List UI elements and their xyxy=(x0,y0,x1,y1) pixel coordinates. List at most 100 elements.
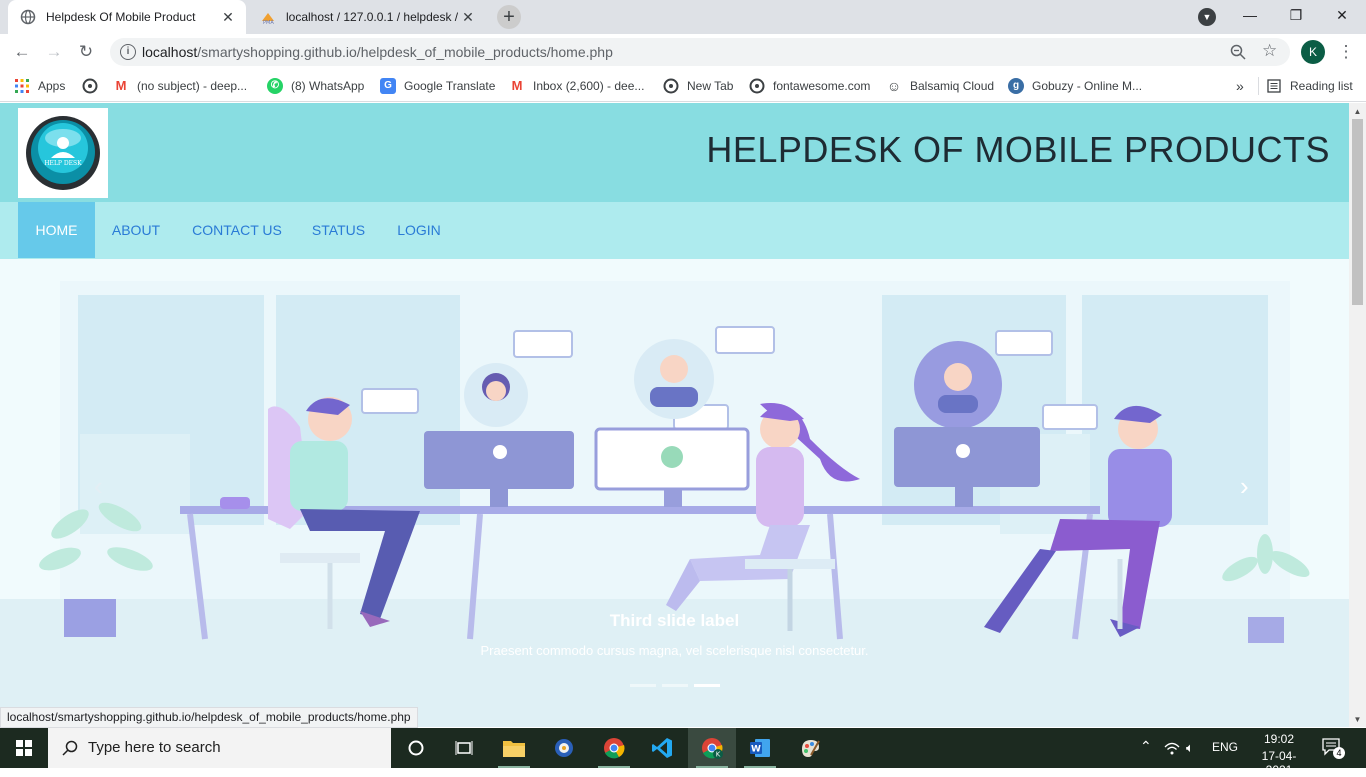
zoom-icon[interactable] xyxy=(1230,44,1246,60)
new-tab-button[interactable]: + xyxy=(497,5,521,29)
browser-tab[interactable]: PMA localhost / 127.0.0.1 / helpdesk / ✕ xyxy=(248,0,486,34)
bookmark-translate[interactable]: G Google Translate xyxy=(380,77,495,95)
scroll-up-icon[interactable]: ▲ xyxy=(1349,107,1366,116)
taskbar-file-explorer[interactable] xyxy=(490,728,538,768)
bookmark-gobuzy[interactable]: g Gobuzy - Online M... xyxy=(1008,77,1142,95)
clock[interactable]: 19:02 17-04-2021 xyxy=(1254,732,1304,777)
bookmarks-bar: Apps M (no subject) - deep... ✆ (8) What… xyxy=(0,70,1366,102)
address-bar[interactable]: i localhost/smartyshopping.github.io/hel… xyxy=(110,38,1290,66)
forward-arrow-icon[interactable]: → xyxy=(42,40,66,64)
cortana-icon xyxy=(408,740,424,756)
close-tab-icon[interactable]: ✕ xyxy=(458,9,478,26)
nav-home[interactable]: HOME xyxy=(18,202,95,258)
bookmark-apps[interactable]: Apps xyxy=(14,77,65,95)
browser-tab-active[interactable]: Helpdesk Of Mobile Product ✕ xyxy=(8,0,246,34)
site-info-icon[interactable]: i xyxy=(120,44,136,60)
carousel-next-icon[interactable]: › xyxy=(1240,471,1249,502)
back-arrow-icon[interactable]: ← xyxy=(10,40,34,64)
site-header: HELP DESK HELPDESK OF MOBILE PRODUCTS xyxy=(0,103,1349,202)
reading-list-button[interactable]: Reading list xyxy=(1258,77,1353,95)
bookmark-fontawesome[interactable]: fontawesome.com xyxy=(749,77,870,95)
tab-strip: Helpdesk Of Mobile Product ✕ PMA localho… xyxy=(0,0,1366,34)
task-view-button[interactable] xyxy=(440,728,488,768)
tray-chevron-icon[interactable]: ⌃ xyxy=(1140,738,1152,755)
nav-contact-us[interactable]: CONTACT US xyxy=(186,202,288,258)
scroll-thumb[interactable] xyxy=(1352,119,1363,305)
windows-taskbar: Type here to search K W ⌃ 🔈︎ ENG 19:02 1… xyxy=(0,728,1366,777)
volume-icon[interactable]: 🔈︎ xyxy=(1186,740,1194,756)
more-bookmarks-button[interactable]: » xyxy=(1236,77,1244,95)
address-url[interactable]: localhost/smartyshopping.github.io/helpd… xyxy=(142,44,613,60)
site-logo[interactable]: HELP DESK xyxy=(18,108,108,198)
tab-search-icon[interactable]: ▼ xyxy=(1198,8,1216,26)
taskbar-search-placeholder: Type here to search xyxy=(88,739,221,756)
bookmark-balsamiq[interactable]: ☺ Balsamiq Cloud xyxy=(886,77,994,95)
carousel-indicator[interactable] xyxy=(630,684,656,687)
smiley-icon: ☺ xyxy=(886,78,902,94)
bookmark-whatsapp[interactable]: ✆ (8) WhatsApp xyxy=(267,77,364,95)
taskbar-search-box[interactable]: Type here to search xyxy=(48,728,391,768)
site-title: HELPDESK OF MOBILE PRODUCTS xyxy=(706,129,1330,170)
taskbar-chrome-profile[interactable]: K xyxy=(688,728,736,768)
apps-grid-icon xyxy=(15,79,29,93)
carousel-indicator[interactable] xyxy=(662,684,688,687)
notification-count-badge: 4 xyxy=(1333,747,1345,759)
svg-text:W: W xyxy=(751,745,761,755)
nav-about[interactable]: ABOUT xyxy=(104,202,168,258)
carousel-caption-text: Praesent commodo cursus magna, vel scele… xyxy=(480,643,869,658)
clock-time: 19:02 xyxy=(1263,732,1295,746)
bookmark-star-icon[interactable]: ☆ xyxy=(1262,41,1277,61)
helpdesk-logo-icon: HELP DESK xyxy=(26,116,100,190)
windows-logo-icon xyxy=(16,740,32,756)
taskbar-paint3d[interactable] xyxy=(786,728,834,768)
chrome-profile-icon: K xyxy=(702,738,723,759)
svg-text:K: K xyxy=(716,751,721,759)
scroll-down-icon[interactable]: ▼ xyxy=(1349,715,1366,724)
chrome-icon xyxy=(604,738,625,759)
browser-toolbar: ← → ↻ i localhost/smartyshopping.github.… xyxy=(0,34,1366,70)
restore-button[interactable]: ❐ xyxy=(1276,4,1316,26)
globe-icon xyxy=(82,78,98,94)
bookmark-globe[interactable] xyxy=(82,77,98,95)
globe-icon xyxy=(663,78,679,94)
globe-icon xyxy=(749,78,765,94)
tab-title: Helpdesk Of Mobile Product xyxy=(46,10,196,24)
nav-status[interactable]: STATUS xyxy=(306,202,371,258)
bookmark-gmail-2[interactable]: M Inbox (2,600) - dee... xyxy=(509,77,644,95)
bookmark-new-tab[interactable]: New Tab xyxy=(663,77,733,95)
word-icon: W xyxy=(750,739,770,757)
carousel-indicator-active[interactable] xyxy=(694,684,720,687)
hero-carousel: ‹ › Third slide label Praesent commodo c… xyxy=(0,259,1349,727)
page-viewport: HELP DESK HELPDESK OF MOBILE PRODUCTS HO… xyxy=(0,103,1349,727)
taskbar-chrome[interactable] xyxy=(590,728,638,768)
cortana-button[interactable] xyxy=(392,728,440,768)
taskbar-vscode[interactable] xyxy=(638,728,686,768)
page-scrollbar[interactable]: ▲ ▼ xyxy=(1349,103,1366,727)
profile-avatar[interactable]: K xyxy=(1301,40,1325,64)
reading-list-icon xyxy=(1267,79,1281,93)
whatsapp-icon: ✆ xyxy=(267,78,283,94)
vscode-icon xyxy=(652,738,672,758)
wifi-icon[interactable] xyxy=(1164,741,1180,755)
search-icon xyxy=(62,740,78,756)
menu-kebab-icon[interactable]: ⋮ xyxy=(1334,40,1358,64)
site-nav: HOME ABOUT CONTACT US STATUS LOGIN xyxy=(0,202,1349,259)
language-indicator[interactable]: ENG xyxy=(1212,740,1238,754)
carousel-caption-title: Third slide label xyxy=(609,611,740,630)
carousel-prev-icon[interactable]: ‹ xyxy=(94,471,103,502)
phpmyadmin-icon: PMA xyxy=(262,13,274,25)
clock-date: 17-04-2021 xyxy=(1261,749,1297,777)
reload-icon[interactable]: ↻ xyxy=(74,40,98,64)
notification-center-button[interactable]: 4 xyxy=(1322,738,1345,759)
close-window-button[interactable]: ✕ xyxy=(1322,4,1362,26)
nav-login[interactable]: LOGIN xyxy=(389,202,449,258)
bookmark-gmail-1[interactable]: M (no subject) - deep... xyxy=(113,77,247,95)
start-button[interactable] xyxy=(0,728,48,768)
taskbar-paint[interactable] xyxy=(540,728,588,768)
close-tab-icon[interactable]: ✕ xyxy=(218,9,238,26)
browser-status-bar: localhost/smartyshopping.github.io/helpd… xyxy=(0,707,418,728)
taskbar-word[interactable]: W xyxy=(736,728,784,768)
minimize-button[interactable]: — xyxy=(1230,4,1270,26)
tab-title: localhost / 127.0.0.1 / helpdesk / xyxy=(286,10,458,24)
task-view-icon xyxy=(455,741,473,755)
